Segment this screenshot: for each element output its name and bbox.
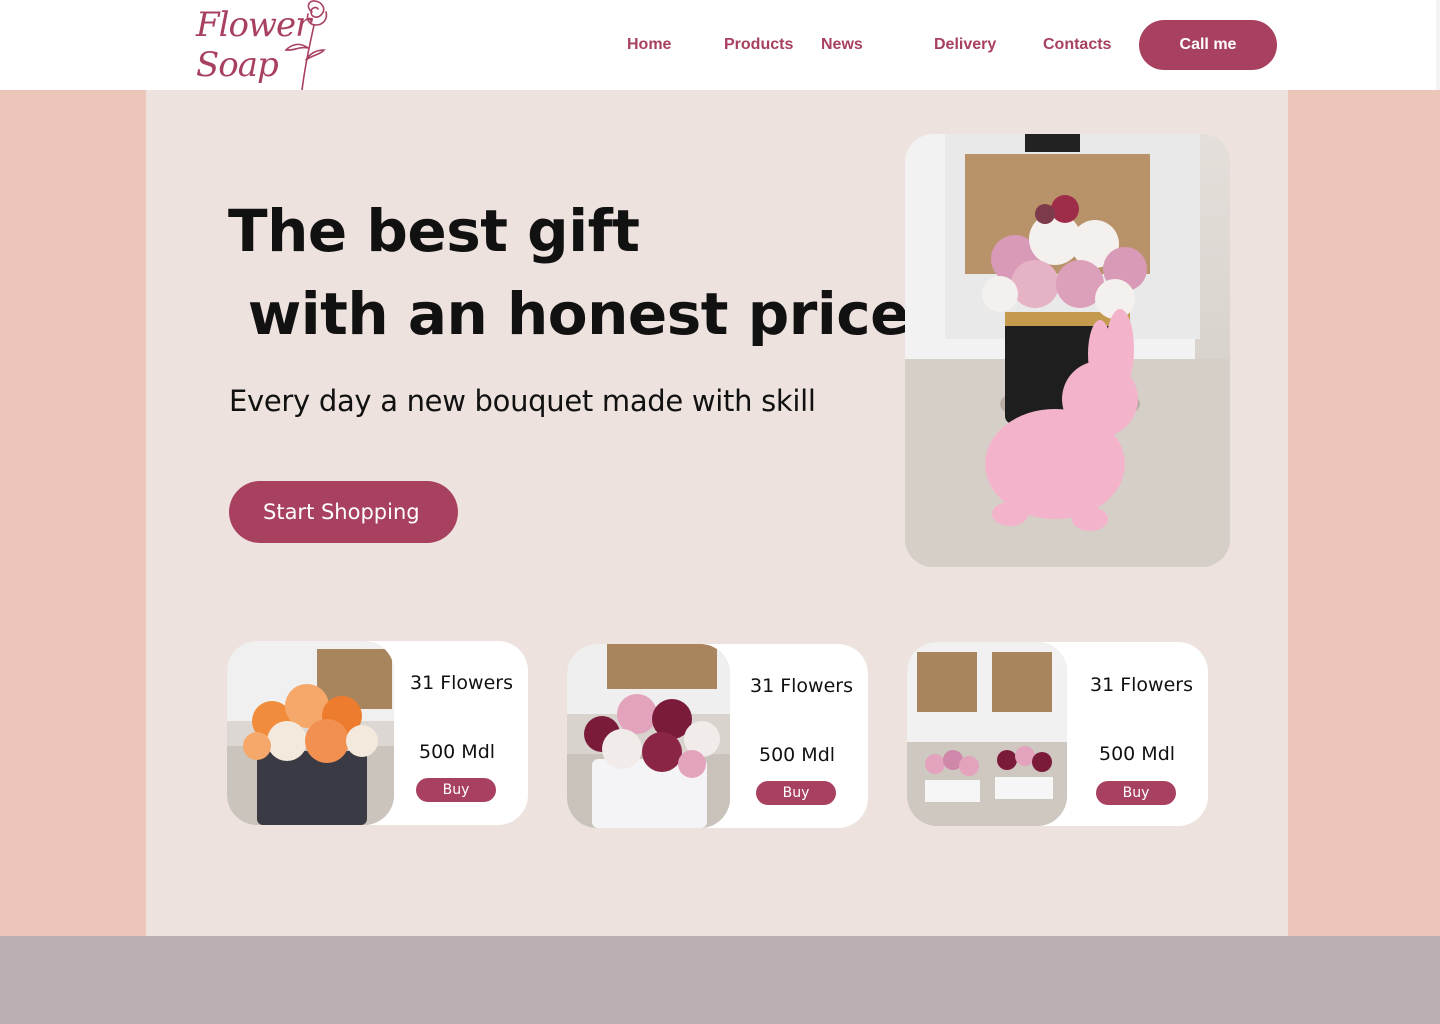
buy-button-3[interactable]: Buy (1096, 781, 1176, 805)
product-image-2 (567, 644, 730, 828)
burgundy-white-rose-box-photo-icon (567, 644, 730, 828)
nav-home[interactable]: Home (627, 36, 671, 54)
nav-contacts[interactable]: Contacts (1043, 36, 1111, 54)
product-price-2: 500 Mdl (759, 744, 836, 766)
product-card-3[interactable]: 31 Flowers 500 Mdl Buy (907, 642, 1208, 826)
site-header: Flower Soap Home Products News Delivery … (0, 0, 1440, 92)
product-name-1: 31 Flowers (410, 672, 513, 694)
start-shopping-button[interactable]: Start Shopping (229, 481, 458, 543)
orange-rose-box-photo-icon (227, 641, 394, 825)
footer-area (0, 936, 1440, 1024)
product-price-1: 500 Mdl (419, 741, 496, 763)
call-me-button[interactable]: Call me (1139, 20, 1277, 70)
nav-delivery[interactable]: Delivery (934, 36, 996, 54)
rose-line-icon (284, 0, 328, 91)
product-price-3: 500 Mdl (1099, 743, 1176, 765)
right-decor-band (1288, 90, 1440, 936)
nav-products[interactable]: Products (724, 36, 793, 54)
hero-subtitle: Every day a new bouquet made with skill (229, 384, 816, 418)
product-image-3 (907, 642, 1067, 826)
two-rose-boxes-photo-icon (907, 642, 1067, 826)
bouquet-bunny-photo-icon (905, 134, 1230, 567)
flower-soap-logo[interactable]: Flower Soap (194, 0, 334, 92)
buy-button-1[interactable]: Buy (416, 778, 496, 802)
hero-title: The best gift with an honest price (228, 197, 909, 348)
product-name-2: 31 Flowers (750, 675, 853, 697)
product-name-3: 31 Flowers (1090, 674, 1193, 696)
buy-button-2[interactable]: Buy (756, 781, 836, 805)
product-card-1[interactable]: 31 Flowers 500 Mdl Buy (227, 641, 528, 825)
left-decor-band (0, 90, 146, 936)
nav-news[interactable]: News (821, 36, 863, 54)
product-card-2[interactable]: 31 Flowers 500 Mdl Buy (567, 644, 868, 828)
hero-bouquet-image (905, 134, 1230, 567)
product-image-1 (227, 641, 394, 825)
